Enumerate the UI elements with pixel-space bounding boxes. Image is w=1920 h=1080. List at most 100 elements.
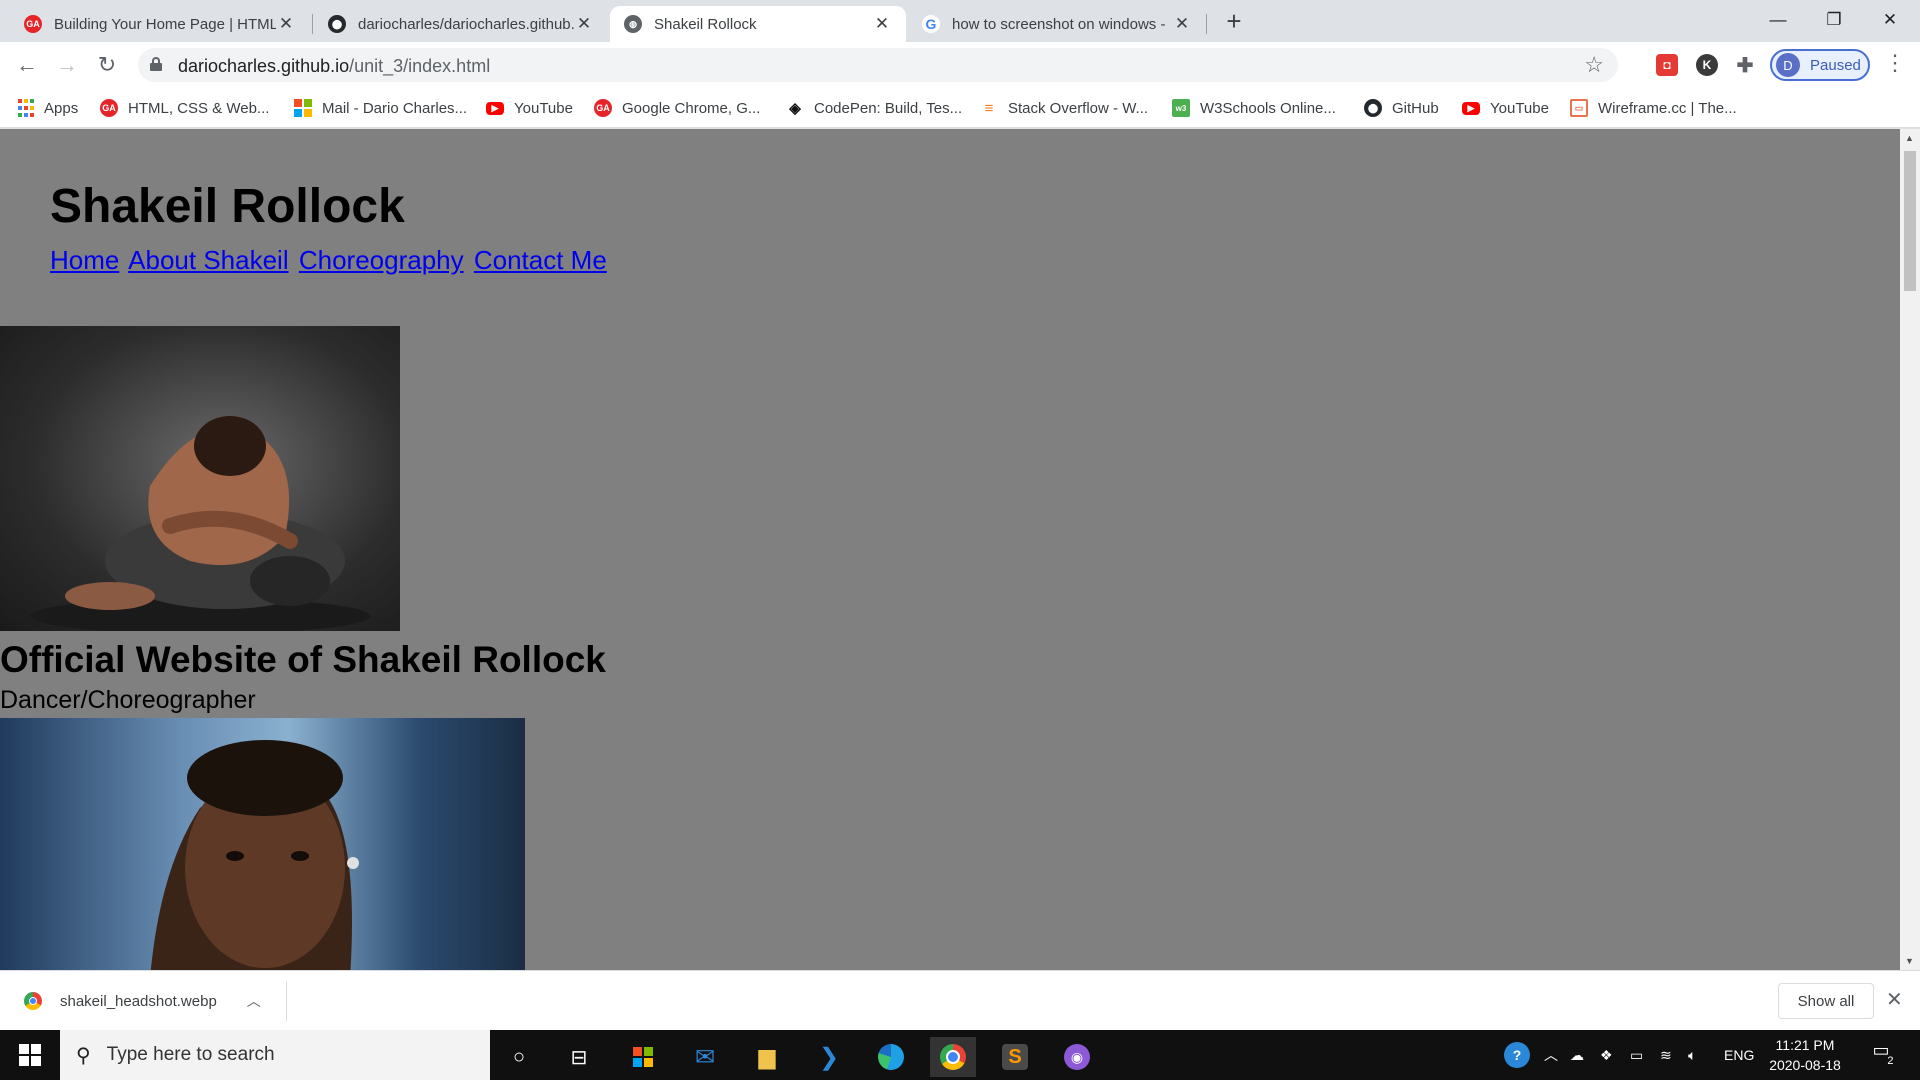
ga-icon: GA [594, 99, 612, 117]
lock-icon[interactable] [150, 57, 162, 71]
bookmark-w3schools[interactable]: w3 W3Schools Online... [1172, 96, 1336, 120]
extension-k-icon[interactable]: K [1696, 54, 1718, 76]
chevron-up-icon[interactable]: ︿ [1544, 1030, 1558, 1080]
restore-button[interactable]: ❐ [1806, 0, 1862, 40]
show-all-button[interactable]: Show all [1778, 983, 1874, 1019]
youtube-icon: ▶ [1462, 101, 1480, 115]
close-window-button[interactable]: ✕ [1862, 0, 1918, 40]
search-icon: ⚲ [76, 1044, 91, 1067]
help-icon[interactable]: ? [1504, 1030, 1530, 1080]
bookmark-star-icon[interactable]: ☆ [1584, 52, 1604, 78]
bookmark-wireframe[interactable]: ▭ Wireframe.cc | The... [1570, 96, 1737, 120]
task-view-icon[interactable]: ⊟ [556, 1037, 602, 1077]
shelf-divider [286, 981, 287, 1021]
bookmark-youtube-2[interactable]: ▶ YouTube [1462, 96, 1549, 120]
globe-icon: ◍ [624, 15, 642, 33]
chrome-icon[interactable] [930, 1037, 976, 1077]
github-icon: ⬤ [1364, 99, 1382, 117]
tab-screenshot-search[interactable]: G how to screenshot on windows - ✕ [908, 6, 1206, 42]
tab-github-repo[interactable]: ⬤ dariocharles/dariocharles.github.io ✕ [314, 6, 608, 42]
profile-button[interactable]: D Paused [1770, 49, 1870, 81]
tab-title: Shakeil Rollock [654, 15, 757, 33]
tab-separator [312, 14, 313, 34]
dropbox-icon[interactable]: ❖ [1600, 1030, 1613, 1080]
microsoft-icon [294, 99, 312, 117]
bookmark-google-chrome[interactable]: GA Google Chrome, G... [594, 96, 760, 120]
nav-link-contact[interactable]: Contact Me [474, 245, 607, 275]
scroll-down-icon[interactable]: ▼ [1905, 956, 1914, 966]
cortana-icon[interactable]: ○ [496, 1037, 542, 1077]
url-text[interactable]: dariocharles.github.io/unit_3/index.html [178, 56, 490, 77]
bookmark-html-css[interactable]: GA HTML, CSS & Web... [100, 96, 269, 120]
mail-icon[interactable]: ✉ [682, 1037, 728, 1077]
site-nav: Home About Shakeil Choreography Contact … [50, 245, 610, 276]
notification-icon[interactable]: ▭ 2 [1866, 1040, 1896, 1070]
bookmark-label: HTML, CSS & Web... [128, 99, 270, 117]
bookmark-label: Stack Overflow - W... [1008, 99, 1149, 117]
nav-link-choreography[interactable]: Choreography [299, 245, 464, 275]
github-desktop-icon[interactable]: ◉ [1054, 1037, 1100, 1077]
puzzle-icon[interactable]: ✚ [1734, 54, 1756, 77]
apps-grid-icon [18, 99, 34, 117]
edge-icon[interactable] [868, 1037, 914, 1077]
wifi-icon[interactable]: ≋ [1660, 1030, 1672, 1080]
nav-link-home[interactable]: Home [50, 245, 119, 275]
bookmark-label: Wireframe.cc | The... [1598, 99, 1737, 117]
download-item[interactable]: shakeil_headshot.webp ︿ [24, 987, 261, 1015]
kebab-menu-icon[interactable]: ⋮ [1884, 52, 1906, 76]
bookmarks-bar: Apps GA HTML, CSS & Web... Mail - Dario … [0, 88, 1920, 128]
ga-icon: GA [24, 15, 42, 33]
ga-icon: GA [100, 99, 118, 117]
start-button[interactable] [0, 1030, 60, 1080]
clock[interactable]: 11:21 PM 2020-08-18 [1760, 1035, 1850, 1075]
tab-building-home-page[interactable]: GA Building Your Home Page | HTML ✕ [10, 6, 310, 42]
volume-icon[interactable]: 🔈︎ [1688, 1030, 1696, 1080]
cloud-icon[interactable]: ☁ [1570, 1030, 1584, 1080]
tab-shakeil-rollock[interactable]: ◍ Shakeil Rollock ✕ [610, 6, 906, 42]
subtitle: Dancer/Choreographer [0, 686, 256, 714]
bookmark-label: GitHub [1392, 99, 1439, 117]
windows-taskbar: ⚲ Type here to search ○ ⊟ ✉ ▆ ❯ S ◉ ? ︿ … [0, 1030, 1920, 1080]
close-icon[interactable]: ✕ [1886, 987, 1903, 1012]
scroll-thumb[interactable] [1904, 151, 1916, 291]
language-indicator[interactable]: ENG [1724, 1030, 1754, 1080]
bookmark-label: YouTube [1490, 99, 1549, 117]
nav-link-about[interactable]: About Shakeil [128, 245, 288, 275]
download-shelf: shakeil_headshot.webp ︿ Show all ✕ [0, 970, 1920, 1030]
page-scrollbar[interactable]: ▲ ▼ [1900, 129, 1920, 970]
bookmark-youtube[interactable]: ▶ YouTube [486, 96, 573, 120]
codepen-icon: ◈ [789, 100, 801, 117]
battery-icon[interactable]: ▭ [1630, 1030, 1643, 1080]
forward-button[interactable]: → [52, 50, 82, 80]
bookmark-github[interactable]: ⬤ GitHub [1364, 96, 1439, 120]
address-bar[interactable]: dariocharles.github.io/unit_3/index.html… [138, 48, 1618, 82]
scroll-up-icon[interactable]: ▲ [1905, 133, 1914, 143]
chevron-up-icon[interactable]: ︿ [247, 991, 261, 1011]
headshot-photo [0, 718, 525, 970]
tab-title: dariocharles/dariocharles.github.io [358, 15, 574, 33]
back-button[interactable]: ← [12, 50, 42, 80]
close-icon[interactable]: ✕ [872, 14, 892, 34]
bookmark-codepen[interactable]: ◈ CodePen: Build, Tes... [786, 96, 962, 120]
stackoverflow-icon: ≡ [984, 99, 994, 117]
close-icon[interactable]: ✕ [574, 14, 594, 34]
store-icon[interactable] [620, 1037, 666, 1077]
extension-shield-icon[interactable]: ◘ [1656, 54, 1678, 76]
bookmark-mail[interactable]: Mail - Dario Charles... [294, 96, 467, 120]
download-filename: shakeil_headshot.webp [60, 992, 217, 1010]
reload-button[interactable]: ↻ [92, 50, 122, 80]
avatar: D [1776, 53, 1800, 77]
tab-strip: GA Building Your Home Page | HTML ✕ ⬤ da… [0, 0, 1920, 42]
bookmark-stackoverflow[interactable]: ≡ Stack Overflow - W... [980, 96, 1148, 120]
sublime-text-icon[interactable]: S [992, 1037, 1038, 1077]
tab-title: how to screenshot on windows - [952, 15, 1166, 33]
file-explorer-icon[interactable]: ▆ [744, 1037, 790, 1077]
taskbar-search[interactable]: ⚲ Type here to search [60, 1030, 490, 1080]
close-icon[interactable]: ✕ [276, 14, 296, 34]
windows-logo-icon [19, 1044, 41, 1066]
new-tab-button[interactable]: + [1220, 8, 1248, 36]
vscode-icon[interactable]: ❯ [806, 1037, 852, 1077]
minimize-button[interactable]: — [1750, 0, 1806, 40]
bookmark-apps[interactable]: Apps [18, 96, 78, 120]
close-icon[interactable]: ✕ [1172, 14, 1192, 34]
